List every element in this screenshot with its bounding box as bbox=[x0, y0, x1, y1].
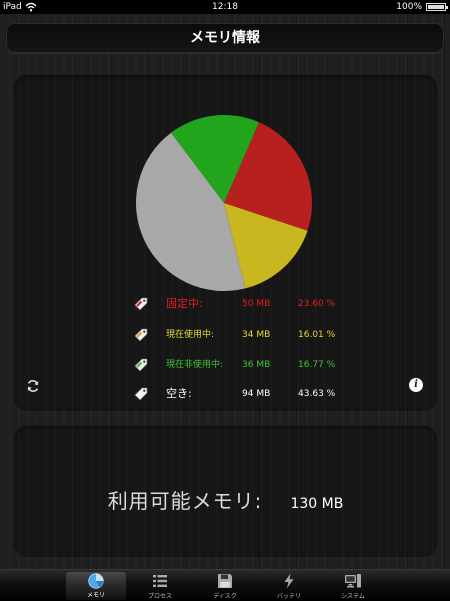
tab-label: バッテリ bbox=[276, 593, 301, 600]
tab-disk[interactable]: ディスク bbox=[195, 570, 255, 601]
lightning-icon bbox=[284, 573, 294, 589]
tag-icon bbox=[134, 358, 148, 372]
tab-memory[interactable]: メモリ bbox=[66, 572, 126, 600]
pie-chart-icon bbox=[88, 573, 104, 589]
legend-label: 現在使用中: bbox=[166, 330, 215, 340]
computer-icon bbox=[345, 574, 361, 588]
legend-label: 現在非使用中: bbox=[166, 360, 224, 370]
available-memory-panel: 利用可能メモリ: 130 MB bbox=[13, 425, 438, 558]
battery-percent: 100% bbox=[396, 2, 422, 12]
available-memory-label: 利用可能メモリ: bbox=[107, 489, 263, 513]
info-icon[interactable]: i bbox=[409, 378, 423, 392]
legend-value: 50 MB bbox=[242, 299, 271, 309]
legend-value: 34 MB bbox=[242, 330, 271, 340]
floppy-disk-icon bbox=[218, 574, 232, 588]
legend-percent: 16.01 % bbox=[298, 330, 336, 340]
legend-row-wired: 固定中: 50 MB 23.60 % bbox=[133, 295, 353, 313]
tag-icon bbox=[134, 387, 148, 401]
tab-label: メモリ bbox=[86, 592, 105, 599]
legend-value: 94 MB bbox=[242, 389, 271, 399]
legend-value: 36 MB bbox=[242, 360, 271, 370]
legend-percent: 23.60 % bbox=[298, 299, 336, 309]
legend-percent: 43.63 % bbox=[298, 389, 336, 399]
memory-pie-chart bbox=[135, 115, 312, 292]
tab-label: ディスク bbox=[213, 593, 237, 600]
legend-row-free: 空き: 94 MB 43.63 % bbox=[133, 385, 353, 403]
legend-label: 空き: bbox=[166, 387, 192, 400]
tab-label: システム bbox=[341, 593, 365, 600]
title-bar: メモリ情報 bbox=[6, 23, 444, 53]
status-bar: iPad 12:18 100% bbox=[0, 0, 450, 14]
legend-row-inactive: 現在非使用中: 36 MB 16.77 % bbox=[133, 356, 353, 374]
list-icon bbox=[153, 575, 167, 587]
legend-row-active: 現在使用中: 34 MB 16.01 % bbox=[133, 326, 353, 344]
tab-process[interactable]: プロセス bbox=[130, 570, 190, 601]
available-memory-row: 利用可能メモリ: 130 MB bbox=[13, 485, 438, 514]
memory-chart-panel: 固定中: 50 MB 23.60 % 現在使用中: 34 MB 16.01 % … bbox=[13, 74, 438, 412]
refresh-icon[interactable] bbox=[26, 379, 40, 393]
tab-bar: メモリ プロセス ディスク バッテリ システム bbox=[0, 569, 450, 601]
legend-percent: 16.77 % bbox=[298, 360, 336, 370]
tag-icon bbox=[134, 328, 148, 342]
available-memory-value: 130 MB bbox=[290, 496, 344, 512]
tab-system[interactable]: システム bbox=[323, 570, 383, 601]
legend-label: 固定中: bbox=[166, 297, 203, 310]
tab-label: プロセス bbox=[147, 593, 172, 600]
tag-icon bbox=[134, 297, 148, 311]
page-title: メモリ情報 bbox=[190, 30, 260, 46]
battery-icon bbox=[426, 3, 448, 11]
status-time: 12:18 bbox=[212, 2, 238, 12]
tab-battery[interactable]: バッテリ bbox=[259, 570, 319, 601]
